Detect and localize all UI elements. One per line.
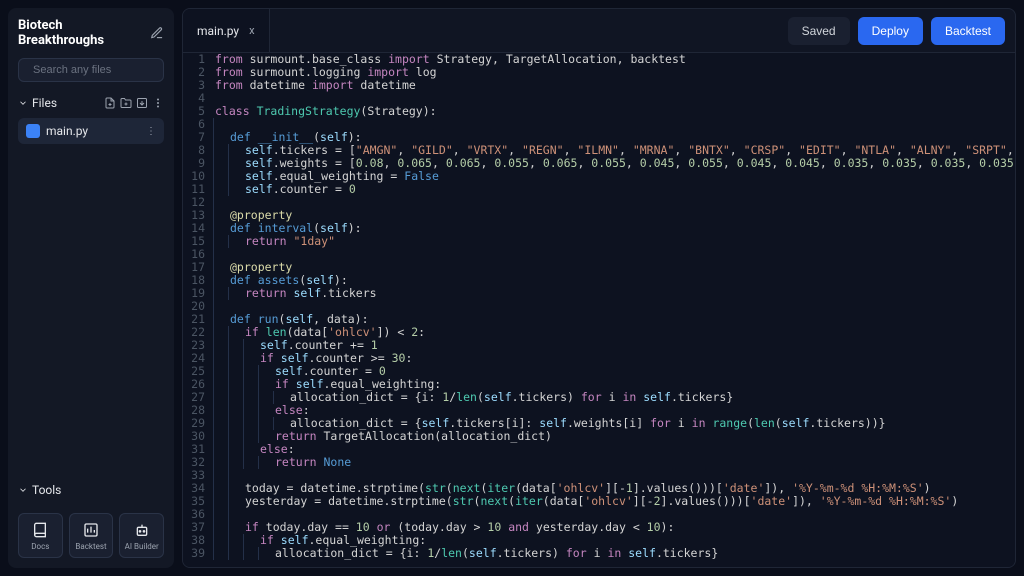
tools-row: Docs Backtest AI Builder [18, 513, 164, 558]
code-content: return TargetAllocation(allocation_dict) [273, 430, 552, 443]
code-line[interactable]: 12 [183, 196, 1015, 209]
topbar: main.py x Saved Deploy Backtest [183, 9, 1015, 53]
code-content: return None [273, 456, 351, 469]
new-folder-icon[interactable] [120, 97, 132, 109]
deploy-button[interactable]: Deploy [858, 17, 923, 45]
tool-label: Docs [31, 542, 49, 551]
code-line[interactable]: 35yesterday = datetime.strptime(str(next… [183, 495, 1015, 508]
book-icon [32, 522, 48, 538]
editor-tab[interactable]: main.py x [183, 9, 270, 52]
backtest-button[interactable]: Backtest [931, 17, 1005, 45]
code-line[interactable]: 11self.counter = 0 [183, 183, 1015, 196]
code-line[interactable]: 30return TargetAllocation(allocation_dic… [183, 430, 1015, 443]
tab-close-icon[interactable]: x [249, 24, 254, 37]
line-number: 39 [183, 547, 213, 560]
code-content: return self.tickers [243, 287, 377, 300]
code-line[interactable]: 15return "1day" [183, 235, 1015, 248]
python-file-icon [26, 124, 40, 138]
code-content: allocation_dict = {i: 1/len(self.tickers… [273, 547, 718, 560]
main-panel: main.py x Saved Deploy Backtest 1from su… [182, 8, 1016, 568]
file-item[interactable]: main.py ⋮ [18, 118, 164, 144]
chart-icon [83, 522, 99, 538]
file-more-icon[interactable]: ⋮ [146, 126, 156, 137]
code-editor[interactable]: 1from surmount.base_class import Strateg… [183, 53, 1015, 567]
files-label: Files [32, 96, 57, 110]
search-input[interactable] [33, 64, 175, 76]
code-content: return "1day" [243, 235, 335, 248]
code-line[interactable]: 39 allocation_dict = {i: 1/len(self.ticke… [183, 547, 1015, 560]
import-icon[interactable] [136, 97, 148, 109]
tool-label: Backtest [75, 542, 106, 551]
robot-icon [134, 522, 150, 538]
code-content: self.counter = 0 [243, 183, 356, 196]
files-section-header[interactable]: Files [18, 94, 164, 112]
code-content: from datetime import datetime [213, 79, 416, 92]
code-line[interactable]: 16 [183, 248, 1015, 261]
chevron-down-icon [18, 98, 28, 108]
code-content: allocation_dict = {i: 1/len(self.tickers… [288, 391, 733, 404]
new-file-icon[interactable] [104, 97, 116, 109]
tool-label: AI Builder [125, 542, 159, 551]
chevron-down-icon [18, 485, 28, 495]
code-content: class TradingStrategy(Strategy): [213, 105, 437, 118]
code-line[interactable]: 3from datetime import datetime [183, 79, 1015, 92]
code-line[interactable]: 19return self.tickers [183, 287, 1015, 300]
tool-backtest[interactable]: Backtest [69, 513, 114, 558]
tab-name: main.py [197, 24, 239, 38]
tool-docs[interactable]: Docs [18, 513, 63, 558]
code-line[interactable]: 32return None [183, 456, 1015, 469]
project-title: Biotech Breakthroughs [18, 18, 150, 48]
code-line[interactable]: 5class TradingStrategy(Strategy): [183, 105, 1015, 118]
edit-icon[interactable] [150, 26, 164, 40]
sidebar: Biotech Breakthroughs Files main.py ⋮ To… [8, 8, 174, 568]
sidebar-header: Biotech Breakthroughs [18, 18, 164, 48]
code-content: yesterday = datetime.strptime(str(next(i… [243, 495, 958, 508]
search-box[interactable] [18, 58, 164, 82]
tool-aibuilder[interactable]: AI Builder [119, 513, 164, 558]
saved-button[interactable]: Saved [788, 17, 850, 45]
tools-label: Tools [32, 483, 61, 497]
more-icon[interactable] [152, 97, 164, 109]
tools-section-header[interactable]: Tools [18, 481, 164, 499]
file-name: main.py [46, 124, 88, 138]
